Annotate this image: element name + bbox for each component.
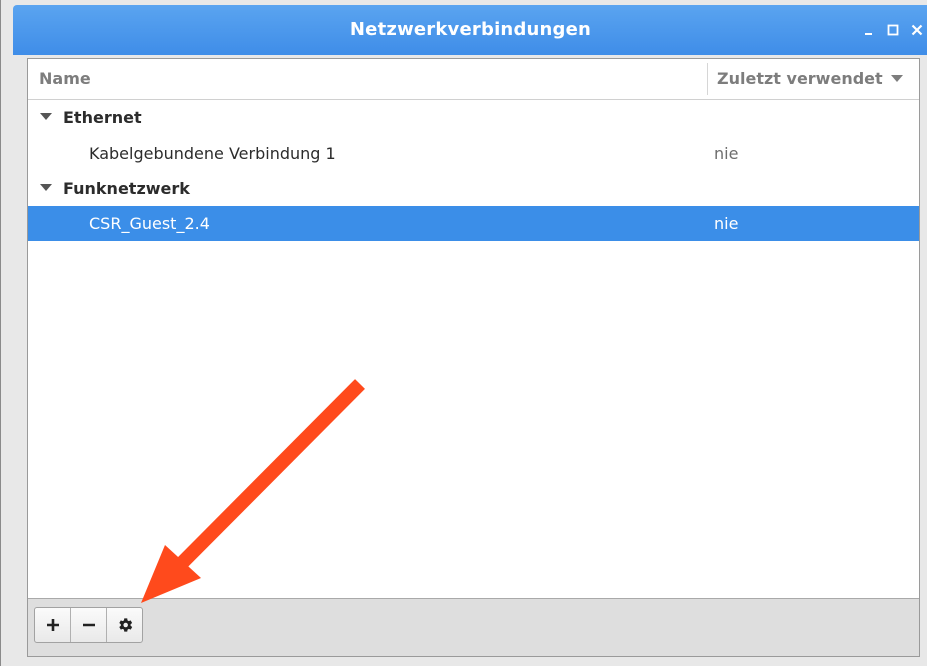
expander-down-icon[interactable] <box>40 113 52 121</box>
close-icon[interactable] <box>910 22 924 38</box>
column-divider[interactable] <box>707 63 708 95</box>
add-icon <box>46 619 59 631</box>
group-row-ethernet[interactable]: Ethernet <box>28 100 919 135</box>
add-connection-button[interactable] <box>35 608 71 642</box>
title-bar[interactable]: Netzwerkverbindungen <box>13 5 927 55</box>
minimize-icon[interactable] <box>862 22 876 38</box>
window-controls <box>862 19 924 41</box>
group-label: Ethernet <box>63 108 142 127</box>
window-title: Netzwerkverbindungen <box>349 19 592 40</box>
column-header-name[interactable]: Name <box>39 59 91 99</box>
group-row-funknetzwerk[interactable]: Funknetzwerk <box>28 171 919 206</box>
connections-list-panel: Name Zuletzt verwendet Ethernet Kabelgeb… <box>27 58 920 657</box>
connection-row-selected[interactable]: CSR_Guest_2.4 nie <box>28 206 919 241</box>
toolbar-button-group <box>34 607 143 643</box>
connection-last-used: nie <box>714 144 739 163</box>
connection-last-used: nie <box>714 214 739 233</box>
column-header-last-used[interactable]: Zuletzt verwendet <box>717 59 903 99</box>
group-label: Funknetzwerk <box>63 179 190 198</box>
maximize-icon[interactable] <box>886 22 900 38</box>
connection-name: Kabelgebundene Verbindung 1 <box>89 144 336 163</box>
connection-name: CSR_Guest_2.4 <box>89 214 210 233</box>
remove-icon <box>82 623 95 627</box>
column-header-last-used-label: Zuletzt verwendet <box>717 69 883 88</box>
gear-icon <box>118 618 132 632</box>
list-header: Name Zuletzt verwendet <box>28 59 919 100</box>
connection-row[interactable]: Kabelgebundene Verbindung 1 nie <box>28 136 919 171</box>
expander-down-icon[interactable] <box>40 184 52 192</box>
edit-connection-button[interactable] <box>107 608 142 642</box>
bottom-toolbar <box>28 598 919 656</box>
network-connections-window: Netzwerkverbindungen Name Zuletzt verwen… <box>0 0 927 666</box>
chevron-down-icon <box>890 75 903 82</box>
remove-connection-button[interactable] <box>71 608 107 642</box>
